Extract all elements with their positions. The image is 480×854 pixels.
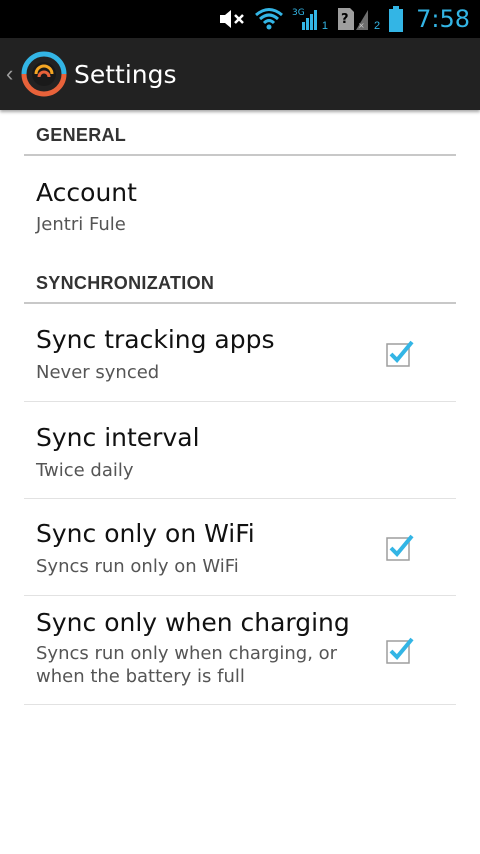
mute-icon bbox=[218, 0, 246, 38]
status-bar: 3G 1 ? × 2 7:58 bbox=[0, 0, 480, 38]
svg-text:×: × bbox=[358, 21, 365, 30]
pref-account[interactable]: Account Jentri Fule bbox=[24, 156, 456, 260]
sim1-label: 1 bbox=[321, 20, 328, 32]
no-sim-icon: ? × bbox=[336, 0, 370, 38]
pref-sync-tracking-apps[interactable]: Sync tracking apps Never synced bbox=[24, 304, 456, 402]
pref-title: Sync interval bbox=[36, 423, 200, 452]
back-chevron-icon[interactable]: ‹ bbox=[6, 61, 18, 87]
pref-summary: Twice daily bbox=[36, 460, 134, 481]
sim2-label: 2 bbox=[373, 20, 381, 32]
signal-icon: 3G bbox=[292, 0, 318, 38]
pref-title: Sync tracking apps bbox=[36, 325, 275, 354]
pref-account-summary: Jentri Fule bbox=[36, 214, 126, 235]
pref-title: Sync only on WiFi bbox=[36, 519, 255, 548]
app-logo-icon[interactable] bbox=[20, 50, 68, 98]
pref-sync-only-on-wifi[interactable]: Sync only on WiFi Syncs run only on WiFi bbox=[24, 499, 456, 596]
svg-text:?: ? bbox=[341, 12, 349, 27]
network-type-label: 3G bbox=[292, 8, 305, 18]
pref-summary: Syncs run only when charging, or when th… bbox=[36, 643, 338, 687]
pref-account-title: Account bbox=[36, 178, 137, 207]
wifi-icon bbox=[254, 0, 284, 38]
pref-summary: Never synced bbox=[36, 362, 160, 383]
category-general: GENERAL bbox=[24, 110, 456, 156]
settings-list: GENERAL Account Jentri Fule SYNCHRONIZAT… bbox=[24, 110, 456, 705]
category-synchronization: SYNCHRONIZATION bbox=[24, 260, 456, 304]
page-title: Settings bbox=[74, 59, 177, 89]
action-bar: ‹ Settings bbox=[0, 38, 480, 110]
pref-sync-interval[interactable]: Sync interval Twice daily bbox=[24, 402, 456, 499]
pref-summary: Syncs run only on WiFi bbox=[36, 556, 239, 577]
status-time: 7:58 bbox=[416, 5, 470, 33]
battery-icon bbox=[388, 0, 404, 38]
sync-only-on-wifi-checkbox[interactable] bbox=[386, 533, 414, 561]
sync-only-when-charging-checkbox[interactable] bbox=[386, 636, 414, 664]
pref-sync-only-when-charging[interactable]: Sync only when charging Syncs run only w… bbox=[24, 596, 456, 705]
sync-tracking-apps-checkbox[interactable] bbox=[386, 339, 414, 367]
pref-title: Sync only when charging bbox=[36, 608, 350, 637]
